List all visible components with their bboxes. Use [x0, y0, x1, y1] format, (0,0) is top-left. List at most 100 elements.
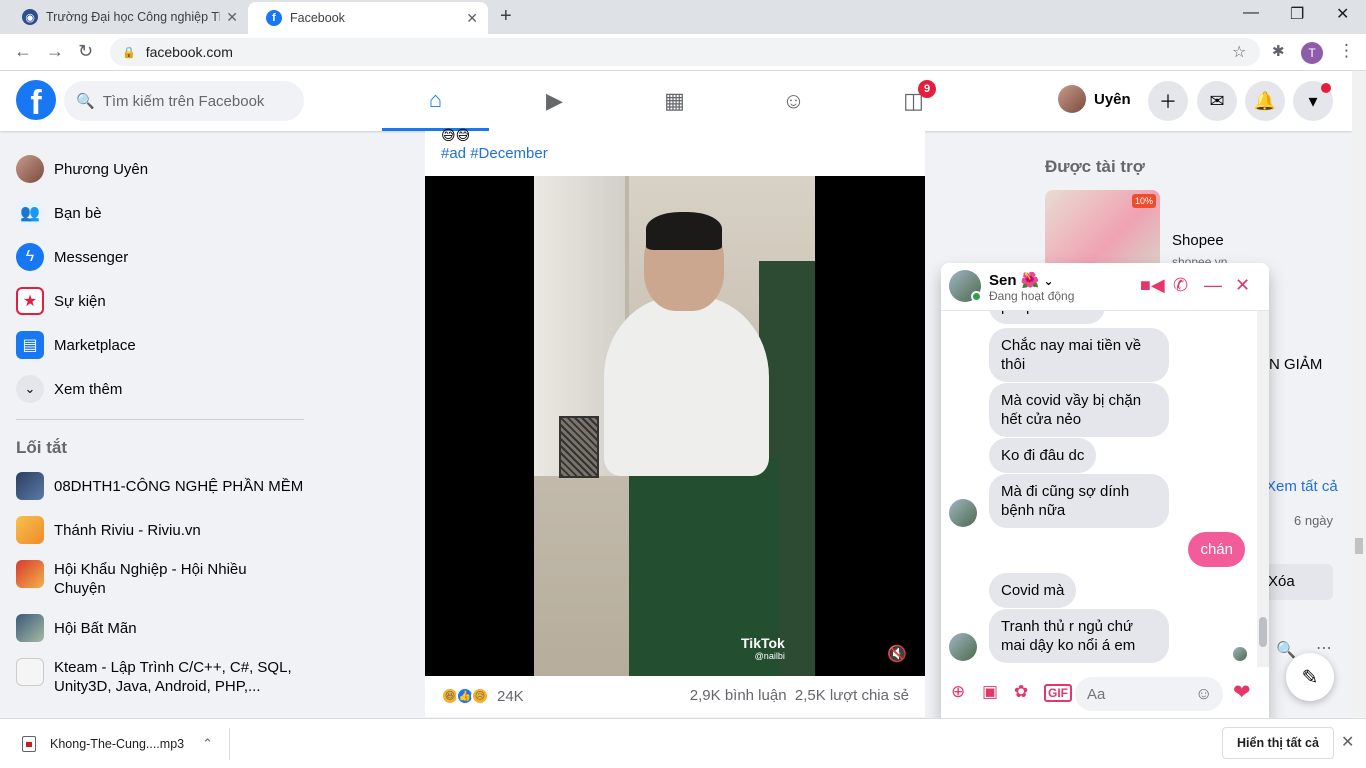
create-button[interactable]: ＋: [1148, 81, 1188, 121]
extensions-icon[interactable]: ✱: [1272, 42, 1285, 60]
browser-toolbar: ← → ↻ 🔒 facebook.com ☆ ✱ T ⋮: [0, 34, 1366, 71]
messenger-icon: ϟ: [16, 243, 44, 271]
address-bar[interactable]: 🔒 facebook.com: [110, 38, 1260, 66]
browser-tab-school[interactable]: ◉ Trường Đại học Công nghiệp Thự ✕: [4, 0, 248, 34]
basket-shape: [559, 416, 599, 478]
tab-close-icon[interactable]: ✕: [466, 10, 478, 27]
message-bubble: Chắc nay mai tiền về thôi: [989, 328, 1169, 382]
sponsored-heading: Được tài trợ: [1045, 157, 1145, 176]
share-count[interactable]: 2,5K lượt chia sẻ: [795, 687, 909, 704]
comment-count[interactable]: 2,9K bình luận: [690, 687, 787, 704]
scrollbar-thumb[interactable]: [1355, 538, 1363, 554]
shortcut-label: Kteam - Lập Trình C/C++, C#, SQL, Unity3…: [54, 659, 292, 695]
photo-icon[interactable]: ▣: [982, 682, 998, 702]
shortcuts-heading: Lối tắt: [16, 438, 67, 457]
group-thumbnail: [16, 472, 44, 500]
shortcut-item[interactable]: Thánh Riviu - Riviu.vn: [16, 516, 306, 544]
search-box[interactable]: 🔍: [64, 81, 304, 121]
new-message-button[interactable]: ✎: [1286, 653, 1334, 701]
plus-icon[interactable]: ⊕: [951, 682, 965, 702]
close-window-button[interactable]: ✕: [1336, 4, 1349, 24]
minimize-window-button[interactable]: —: [1243, 4, 1259, 22]
sticker-icon[interactable]: ✿: [1014, 682, 1028, 702]
avatar: [16, 155, 44, 183]
close-download-bar-icon[interactable]: ✕: [1341, 732, 1354, 752]
watermark-text: TikTok: [741, 635, 785, 651]
see-all-link[interactable]: Xem tất cả: [1266, 478, 1338, 495]
alert-dot: [1321, 83, 1331, 93]
video-player[interactable]: TikTok @nailbi 🔇: [425, 176, 925, 676]
shortcut-item[interactable]: 08DHTH1-CÔNG NGHỆ PHẦN MỀM: [16, 472, 306, 500]
mute-icon[interactable]: 🔇: [887, 644, 907, 664]
close-chat-icon[interactable]: ✕: [1235, 275, 1250, 296]
groups-icon[interactable]: ☺: [740, 71, 847, 131]
shop-icon: ▤: [16, 331, 44, 359]
reload-icon[interactable]: ↻: [78, 41, 93, 62]
school-favicon-icon: ◉: [22, 9, 38, 25]
chat-composer: ⊕ ▣ ✿ GIF ☺ ❤: [941, 668, 1269, 718]
gaming-icon[interactable]: ◫ 9: [860, 71, 967, 131]
group-thumbnail: [16, 614, 44, 642]
minimize-chat-icon[interactable]: —: [1204, 275, 1222, 296]
gif-icon[interactable]: GIF: [1044, 684, 1072, 702]
search-input[interactable]: [102, 92, 283, 110]
download-item[interactable]: Khong-The-Cung....mp3 ⌃: [12, 728, 230, 760]
browser-menu-icon[interactable]: ⋮: [1338, 41, 1355, 61]
sidebar-item-messenger[interactable]: ϟ Messenger: [16, 243, 306, 271]
shortcut-item[interactable]: Kteam - Lập Trình C/C++, C#, SQL, Unity3…: [16, 658, 306, 696]
ad-image[interactable]: 10%: [1045, 190, 1160, 270]
sad-reaction-icon: 😥: [471, 687, 489, 705]
divider: [16, 419, 304, 420]
account-menu-button[interactable]: ▾: [1293, 81, 1333, 121]
chat-contact-name[interactable]: Sen 🌺 ⌄: [989, 271, 1054, 289]
marketplace-icon[interactable]: ▦: [621, 71, 728, 131]
heart-icon[interactable]: ❤: [1233, 680, 1251, 705]
search-contacts-icon[interactable]: 🔍: [1276, 640, 1296, 660]
tab-close-icon[interactable]: ✕: [226, 9, 238, 26]
show-all-downloads-button[interactable]: Hiển thị tất cả: [1222, 727, 1334, 759]
request-time: 6 ngày: [1294, 513, 1334, 528]
shortcut-item[interactable]: Hội Bất Mãn: [16, 614, 306, 642]
sidebar-item-see-more[interactable]: ⌄ Xem thêm: [16, 375, 306, 403]
chevron-down-icon: ⌄: [1043, 274, 1054, 288]
shortcut-item[interactable]: Hội Khẩu Nghiệp - Hội Nhiều Chuyện: [16, 560, 306, 598]
scrollbar-thumb[interactable]: [1259, 617, 1267, 647]
sidebar-item-events[interactable]: ★ Sự kiện: [16, 287, 306, 315]
ad-title[interactable]: Shopee: [1172, 232, 1224, 249]
page-scrollbar[interactable]: [1352, 71, 1366, 718]
watch-icon[interactable]: ▶: [501, 71, 608, 131]
restore-window-button[interactable]: ❐: [1290, 4, 1304, 24]
sidebar-item-friends[interactable]: 👥 Bạn bè: [16, 199, 306, 227]
person-shirt-shape: [604, 296, 769, 476]
bookmark-star-icon[interactable]: ☆: [1232, 42, 1246, 62]
delete-button-label: Xóa: [1268, 573, 1295, 590]
tab-title: Trường Đại học Công nghiệp Thự: [46, 10, 221, 24]
emoji-icon[interactable]: ☺: [1195, 684, 1212, 704]
chat-scrollbar[interactable]: [1257, 311, 1269, 667]
video-frame: [534, 176, 815, 676]
shortcut-label: Hội Bất Mãn: [54, 619, 137, 637]
sidebar-item-label: Marketplace: [54, 336, 136, 354]
sidebar-item-profile[interactable]: Phương Uyên: [16, 155, 306, 183]
profile-shortcut[interactable]: Uyên: [1058, 85, 1131, 113]
sidebar-item-marketplace[interactable]: ▤ Marketplace: [16, 331, 306, 359]
forward-icon[interactable]: →: [46, 41, 64, 62]
lock-icon[interactable]: 🔒: [122, 46, 136, 59]
post-hashtags[interactable]: #ad #December: [441, 145, 548, 162]
reaction-summary[interactable]: 😆 👍 😥 24K: [441, 687, 524, 705]
contact-name-text: Sen 🌺: [989, 272, 1040, 289]
video-call-icon[interactable]: ■◀: [1140, 275, 1165, 296]
phone-icon[interactable]: ✆: [1173, 275, 1188, 296]
messenger-icon[interactable]: ✉: [1197, 81, 1237, 121]
download-filename: Khong-The-Cung....mp3: [50, 737, 185, 751]
home-icon[interactable]: ⌂: [382, 71, 489, 131]
tiktok-watermark: TikTok @nailbi: [741, 635, 785, 661]
browser-profile-avatar[interactable]: T: [1301, 42, 1323, 64]
back-icon[interactable]: ←: [14, 41, 32, 62]
chat-status: Đang hoạt động: [989, 289, 1075, 303]
new-tab-button[interactable]: +: [500, 5, 512, 28]
chevron-up-icon[interactable]: ⌃: [202, 736, 213, 752]
facebook-logo[interactable]: f: [16, 80, 56, 120]
browser-tab-facebook[interactable]: f Facebook ✕: [248, 2, 488, 34]
notifications-bell-icon[interactable]: 🔔: [1245, 81, 1285, 121]
